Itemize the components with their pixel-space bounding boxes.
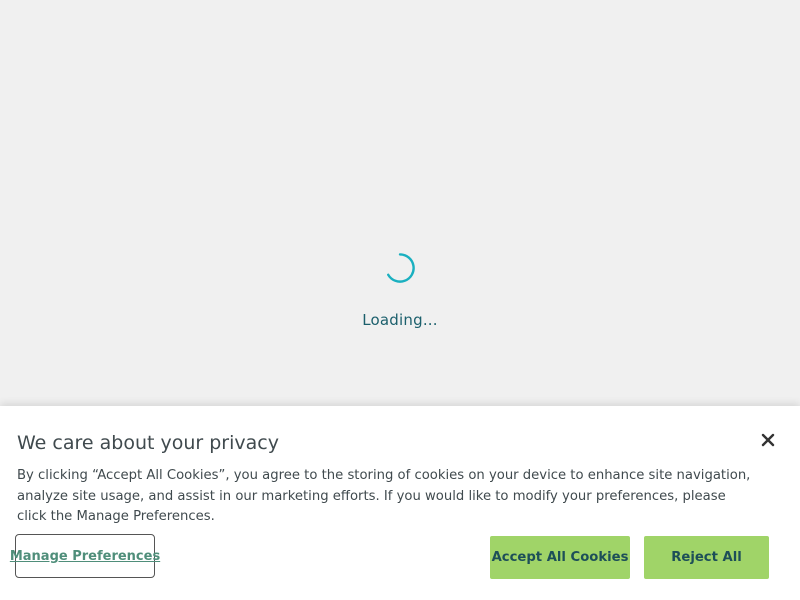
loading-indicator: Loading...: [0, 252, 800, 329]
manage-preferences-button[interactable]: Manage Preferences: [10, 534, 160, 578]
banner-title: We care about your privacy: [17, 432, 279, 454]
reject-all-button[interactable]: Reject All: [644, 536, 769, 579]
close-button[interactable]: [758, 430, 778, 450]
spinner-icon: [387, 253, 415, 283]
accept-all-cookies-label: Accept All Cookies: [491, 550, 629, 565]
accept-all-cookies-button[interactable]: Accept All Cookies: [490, 536, 630, 579]
manage-preferences-label: Manage Preferences: [9, 548, 161, 564]
loading-text: Loading...: [362, 311, 438, 329]
reject-all-label: Reject All: [671, 550, 742, 565]
page: Loading... We care about your privacy By…: [0, 0, 800, 600]
banner-description: By clicking “Accept All Cookies”, you ag…: [17, 468, 751, 524]
cookie-consent-banner: We care about your privacy By clicking “…: [0, 406, 800, 600]
close-icon: [761, 433, 775, 447]
